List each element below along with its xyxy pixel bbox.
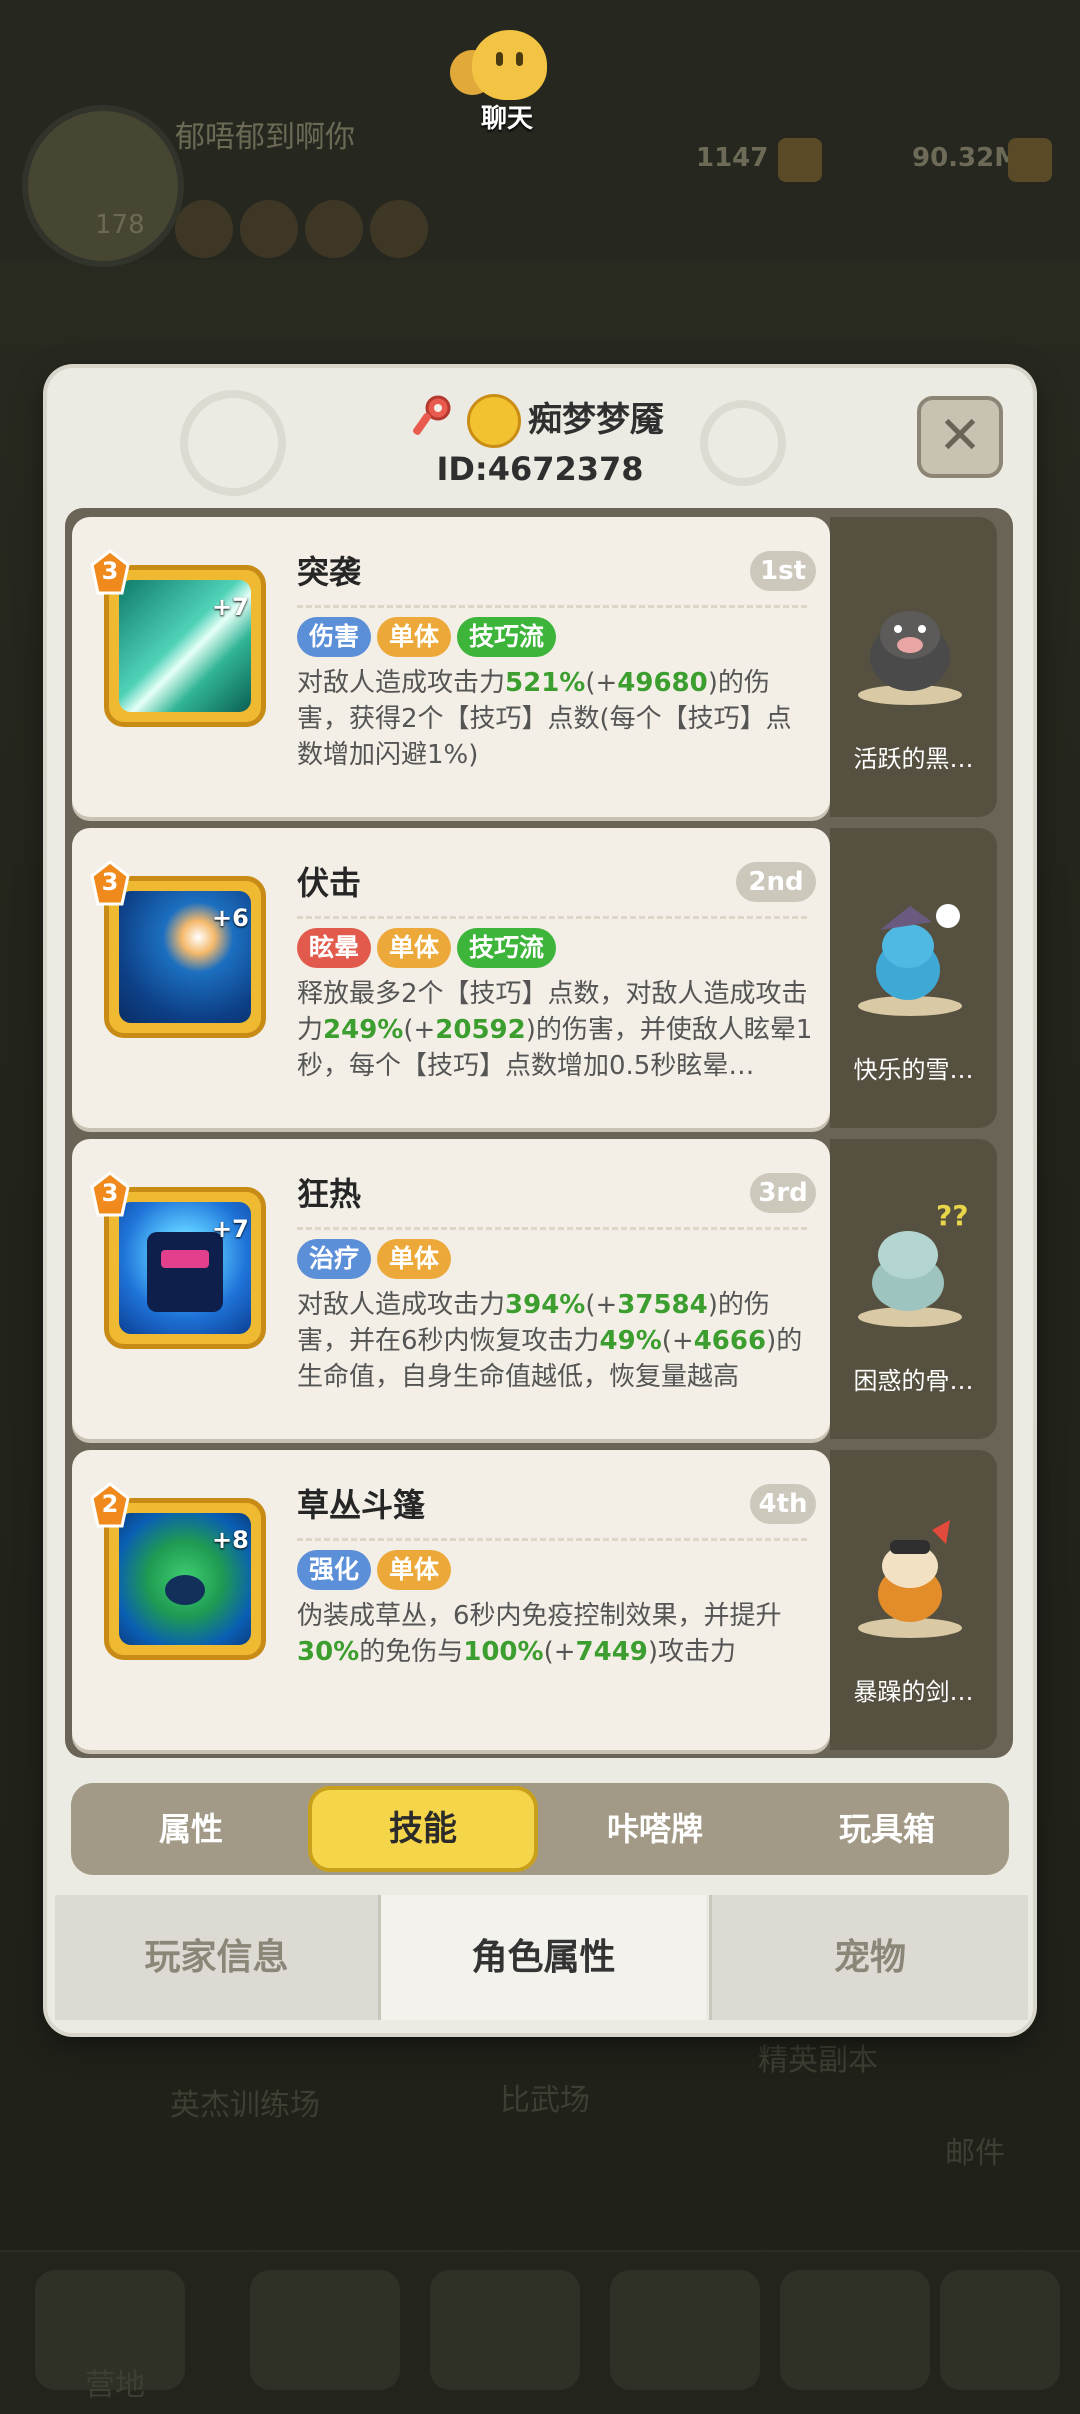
nav-label-camp: 营地: [85, 2368, 145, 2403]
pet-name: 快乐的雪…: [853, 1056, 974, 1084]
skill-description: 伪装成草丛，6秒内免疫控制效果，并提升30%的免伤与100%(+7449)攻击力: [297, 1601, 782, 1667]
pet-name: 暴躁的剑…: [853, 1678, 974, 1706]
buff-icon: [240, 200, 298, 258]
buff-icon: [175, 200, 233, 258]
pet-boar-icon: [858, 611, 962, 705]
bg-label-training: 英杰训练场: [170, 2088, 320, 2123]
skill-rank-badge: 2nd: [736, 862, 816, 902]
skill-name: 草丛斗篷: [297, 1486, 426, 1524]
skill-rank-badge: 4th: [750, 1484, 816, 1524]
skill-tag: 单体: [377, 1550, 452, 1590]
currency-1-add-button[interactable]: [778, 138, 822, 182]
skill-plus: +8: [212, 1526, 249, 1554]
skill-level-badge: 3: [90, 549, 130, 597]
svg-text:??: ??: [936, 1199, 968, 1232]
player-level: 178: [95, 210, 145, 240]
currency-1-value: 1147: [696, 143, 769, 173]
skill-description: 对敌人造成攻击力394%(+37584)的伤害，并在6秒内恢复攻击力49%(+4…: [297, 1290, 803, 1392]
bg-label-elite: 精英副本: [758, 2043, 878, 2078]
skill-tag: 眩晕: [297, 928, 372, 968]
skill-level-badge: 3: [90, 860, 130, 908]
skill-plus: +7: [212, 1215, 249, 1243]
tab-toybox[interactable]: 玩具箱: [772, 1783, 1002, 1875]
nav-item[interactable]: [780, 2270, 930, 2390]
skill-tag: 技巧流: [457, 617, 557, 657]
nav-item[interactable]: [610, 2270, 760, 2390]
skill-tag: 强化: [297, 1550, 372, 1590]
divider: [297, 916, 807, 919]
player-name: 郁唔郁到啊你: [175, 120, 355, 155]
skill-name: 伏击: [297, 864, 362, 902]
nav-item[interactable]: [430, 2270, 580, 2390]
skill-level-badge: 3: [90, 1171, 130, 1219]
tab-attributes[interactable]: 属性: [76, 1783, 306, 1875]
tab-cards[interactable]: 咔嗒牌: [540, 1783, 770, 1875]
divider: [297, 1538, 807, 1541]
skill-card[interactable]: 3 +6 伏击 2nd 眩晕 单体 技巧流 释放最多2个【技巧】点数，对敌人造成…: [72, 828, 830, 1128]
pet-slot[interactable]: ?? 困惑的骨…: [830, 1139, 997, 1439]
buff-icon: [370, 200, 428, 258]
skill-tag: 治疗: [297, 1239, 372, 1279]
skill-tag: 单体: [377, 928, 452, 968]
chat-ghost-icon: [472, 30, 547, 100]
skill-card[interactable]: 2 +8 草丛斗篷 4th 强化 单体 伪装成草丛，6秒内免疫控制效果，并提升3…: [72, 1450, 830, 1750]
tab-character-attributes[interactable]: 角色属性: [381, 1895, 706, 2020]
pet-confused-icon: ??: [858, 1199, 968, 1327]
tab-player-info[interactable]: 玩家信息: [55, 1895, 381, 2020]
divider: [297, 605, 807, 608]
pet-slot[interactable]: 活跃的黑…: [830, 517, 997, 817]
skill-card[interactable]: 3 +7 狂热 3rd 治疗 单体 对敌人造成攻击力394%(+37584)的伤…: [72, 1139, 830, 1439]
skill-description: 对敌人造成攻击力521%(+49680)的伤害，获得2个【技巧】点数(每个【技巧…: [297, 668, 792, 770]
pet-slot[interactable]: 暴躁的剑…: [830, 1450, 997, 1750]
skill-plus: +6: [212, 904, 249, 932]
buff-icon: [305, 200, 363, 258]
currency-2-add-button[interactable]: [1008, 138, 1052, 182]
divider: [297, 1227, 807, 1230]
pet-slot[interactable]: 快乐的雪…: [830, 828, 997, 1128]
key-icon: [413, 395, 451, 435]
skill-plus: +7: [212, 593, 249, 621]
bg-label-arena: 比武场: [500, 2083, 590, 2118]
nav-item[interactable]: [250, 2270, 400, 2390]
player-avatar[interactable]: [22, 105, 184, 267]
close-button[interactable]: ✕: [917, 396, 1003, 478]
nav-item[interactable]: [940, 2270, 1060, 2390]
pet-sword-icon: [858, 1520, 962, 1638]
skill-tag: 单体: [377, 617, 452, 657]
pet-name: 活跃的黑…: [853, 745, 974, 773]
skill-name: 狂热: [297, 1175, 362, 1213]
smile-emote-icon: [467, 394, 521, 448]
skill-description: 释放最多2个【技巧】点数，对敌人造成攻击力249%(+20592)的伤害，并使敌…: [297, 979, 813, 1081]
skill-name: 突袭: [297, 553, 362, 591]
pet-name: 困惑的骨…: [853, 1367, 974, 1395]
skill-rank-badge: 3rd: [750, 1173, 816, 1213]
pet-snow-icon: [858, 904, 962, 1016]
bg-label-mail: 邮件: [945, 2136, 1005, 2171]
skill-tag: 单体: [377, 1239, 452, 1279]
skill-tag: 伤害: [297, 617, 372, 657]
chat-label: 聊天: [480, 104, 533, 134]
player-title-name: 痴梦梦魇: [528, 400, 664, 440]
skill-rank-badge: 1st: [750, 551, 816, 591]
skill-level-badge: 2: [90, 1482, 130, 1530]
chat-button[interactable]: 聊天: [450, 30, 562, 134]
skill-card[interactable]: 3 +7 突袭 1st 伤害 单体 技巧流 对敌人造成攻击力521%(+4968…: [72, 517, 830, 817]
tab-skills[interactable]: 技能: [308, 1786, 538, 1872]
skill-tag: 技巧流: [457, 928, 557, 968]
currency-2-value: 90.32M: [912, 143, 1021, 173]
tab-pets[interactable]: 宠物: [709, 1895, 1028, 2020]
